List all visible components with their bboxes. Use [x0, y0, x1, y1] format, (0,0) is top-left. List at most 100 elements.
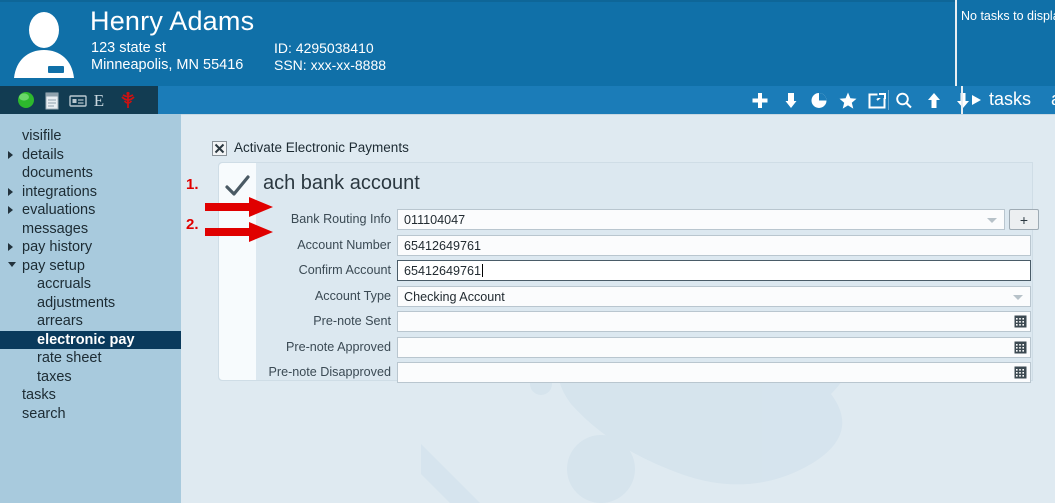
- content-top-divider: [181, 114, 1055, 115]
- sidebar-item-label: integrations: [22, 183, 97, 200]
- field-label-pre-note-sent: Pre-note Sent: [313, 314, 391, 328]
- sidebar-item-electronic-pay[interactable]: electronic pay: [0, 330, 181, 349]
- quick-icon-bar: E: [0, 86, 158, 114]
- apps-nav-label[interactable]: ap: [1051, 89, 1055, 110]
- sidebar-item-label: electronic pay: [37, 331, 135, 348]
- sidebar-item-label: accruals: [37, 276, 91, 292]
- open-external-icon[interactable]: [866, 90, 888, 111]
- calendar-icon[interactable]: [1014, 341, 1027, 354]
- sidebar-item-label: evaluations: [22, 202, 96, 218]
- tasks-empty-message: No tasks to display: [961, 9, 1055, 23]
- search-icon[interactable]: [893, 90, 915, 111]
- field-label-pre-note-disapproved: Pre-note Disapproved: [268, 365, 391, 379]
- calendar-icon[interactable]: [1014, 366, 1027, 379]
- address-line-2: Minneapolis, MN 55416: [91, 57, 244, 73]
- id-card-icon[interactable]: [68, 90, 90, 111]
- employee-id: ID: 4295038410: [274, 40, 374, 56]
- sidebar-item-label: visifile: [22, 128, 62, 144]
- sidebar-item-documents[interactable]: documents: [0, 164, 181, 183]
- tasks-nav-group: tasks ap: [961, 86, 1055, 114]
- play-triangle-icon[interactable]: [972, 95, 981, 105]
- main-content-area: Activate Electronic Payments ach bank ac…: [181, 114, 1055, 503]
- text-cursor: [482, 264, 484, 277]
- sidebar-item-label: pay history: [22, 239, 93, 255]
- sidebar-item-pay-setup[interactable]: pay setup: [0, 257, 181, 276]
- field-value: 65412649761: [404, 238, 482, 253]
- field-value: 011104047: [404, 213, 466, 227]
- calendar-icon[interactable]: [1014, 315, 1027, 328]
- field-input-pre-note-sent[interactable]: [397, 311, 1031, 332]
- field-value: Checking Account: [404, 289, 505, 304]
- sidebar-item-evaluations[interactable]: evaluations: [0, 201, 181, 220]
- pie-chart-icon[interactable]: [808, 90, 830, 111]
- sidebar-item-pay-history[interactable]: pay history: [0, 238, 181, 257]
- sidebar-item-integrations[interactable]: integrations: [0, 183, 181, 202]
- sidebar-item-accruals[interactable]: accruals: [0, 275, 181, 294]
- chevron-down-icon[interactable]: [987, 218, 997, 223]
- e-letter-icon[interactable]: E: [88, 90, 110, 111]
- annotation-number-2: 2.: [186, 216, 199, 233]
- field-input-account-number[interactable]: 65412649761: [397, 234, 1031, 256]
- person-avatar-icon: [8, 6, 80, 80]
- hand-down-icon[interactable]: [780, 90, 802, 111]
- sidebar-item-taxes[interactable]: taxes: [0, 368, 181, 387]
- annotation-number-1: 1.: [186, 176, 199, 193]
- field-input-pre-note-approved[interactable]: [397, 336, 1031, 358]
- chevron-right-icon[interactable]: [8, 187, 13, 196]
- application-window: Henry Adams 123 state st Minneapolis, MN…: [0, 0, 1055, 503]
- sidebar-item-label: adjustments: [37, 294, 116, 311]
- sidebar-item-visifile[interactable]: visifile: [0, 127, 181, 146]
- ach-bank-account-card: ach bank account Bank Routing Info 011104…: [218, 162, 1039, 383]
- star-icon[interactable]: [837, 90, 859, 111]
- card-title: ach bank account: [263, 172, 420, 194]
- sidebar-item-details[interactable]: details: [0, 146, 181, 165]
- chevron-right-icon[interactable]: [8, 150, 13, 159]
- toolbar-divider: [888, 90, 889, 110]
- sidebar-item-label: rate sheet: [37, 350, 102, 366]
- chevron-right-icon[interactable]: [8, 243, 13, 251]
- sidebar-item-search[interactable]: search: [0, 405, 181, 424]
- employee-ssn: SSN: xxx-xx-8888: [274, 57, 387, 73]
- annotation-arrow-1: [205, 197, 273, 217]
- sidebar-item-label: tasks: [22, 387, 56, 403]
- sidebar-item-label: details: [22, 146, 64, 163]
- sidebar-item-rate-sheet[interactable]: rate sheet: [0, 349, 181, 368]
- add-icon[interactable]: [749, 90, 771, 111]
- nav-list: visifile details documents integrations eval…: [0, 127, 181, 423]
- notepad-icon[interactable]: [42, 90, 64, 111]
- sidebar-item-label: taxes: [37, 368, 72, 385]
- tasks-side-panel: No tasks to display: [955, 0, 1055, 86]
- chevron-down-icon[interactable]: [1013, 294, 1023, 300]
- caduceus-medical-icon[interactable]: [118, 90, 140, 111]
- sidebar-item-adjustments[interactable]: adjustments: [0, 294, 181, 313]
- sidebar-item-label: search: [22, 405, 66, 422]
- tasks-nav-label[interactable]: tasks: [989, 89, 1031, 110]
- person-name: Henry Adams: [90, 6, 255, 36]
- field-label-account-type: Account Type: [314, 288, 391, 303]
- sidebar-item-label: messages: [22, 220, 89, 237]
- header-top-divider: [0, 0, 955, 2]
- add-bank-account-button[interactable]: +: [1009, 209, 1039, 230]
- field-input-bank-routing-info[interactable]: 011104047: [397, 209, 1005, 230]
- sidebar-item-label: documents: [22, 165, 93, 181]
- arrow-up-icon[interactable]: [923, 90, 945, 111]
- field-input-pre-note-disapproved[interactable]: [397, 362, 1031, 383]
- field-input-account-type[interactable]: Checking Account: [397, 285, 1031, 307]
- sidebar-item-tasks[interactable]: tasks: [0, 386, 181, 405]
- address-line-1: 123 state st: [91, 40, 166, 56]
- chevron-right-icon[interactable]: [8, 206, 13, 214]
- top-toolbar: tasks ap: [158, 86, 1055, 114]
- activate-checkbox[interactable]: [212, 141, 227, 156]
- sidebar-item-arrears[interactable]: arrears: [0, 312, 181, 331]
- chevron-down-icon[interactable]: [8, 261, 16, 267]
- status-indicator-icon[interactable]: [16, 90, 38, 111]
- field-value: 65412649761: [404, 264, 484, 278]
- activate-checkbox-label: Activate Electronic Payments: [234, 140, 409, 155]
- field-label-pre-note-approved: Pre-note Approved: [285, 339, 391, 354]
- annotation-arrow-2: [205, 222, 273, 242]
- field-label-confirm-account: Confirm Account: [298, 263, 391, 277]
- field-input-confirm-account[interactable]: 65412649761: [397, 260, 1031, 281]
- left-navigation-sidebar: visifile details documents integrations eval…: [0, 114, 181, 503]
- sidebar-item-messages[interactable]: messages: [0, 220, 181, 239]
- sidebar-item-label: arrears: [37, 313, 83, 329]
